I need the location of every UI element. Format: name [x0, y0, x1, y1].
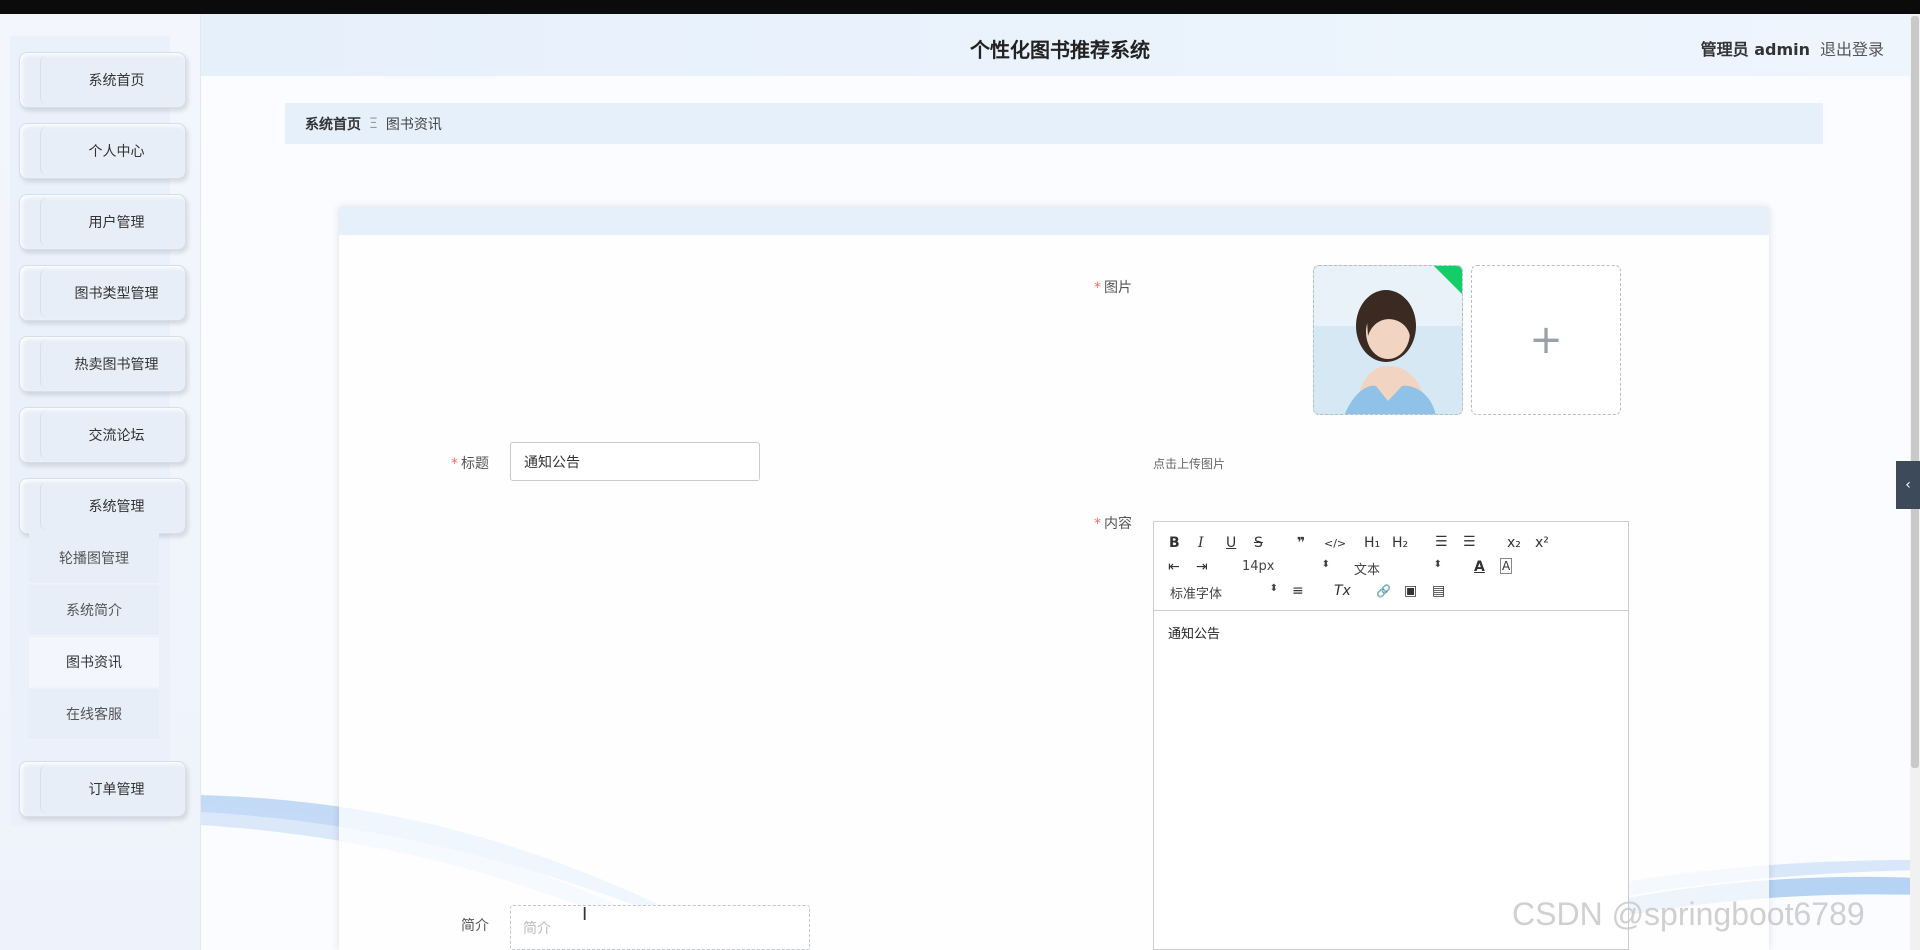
font-size-select[interactable]: 14px ⬍: [1242, 559, 1330, 574]
subscript-button[interactable]: x₂: [1507, 534, 1521, 552]
sidebar-item-orders[interactable]: 订单管理: [19, 761, 186, 817]
intro-label: 简介: [461, 918, 489, 934]
font-family-select[interactable]: 标准字体 ⬍: [1170, 583, 1278, 602]
sidebar-item-label: 个人中心: [88, 144, 145, 160]
watermark: CSDN @springboot6789: [1512, 896, 1865, 932]
uploaded-image[interactable]: [1313, 265, 1463, 415]
link-button[interactable]: 🔗: [1376, 582, 1391, 600]
plus-icon: +: [1529, 317, 1563, 363]
paragraph-select[interactable]: 文本 ⬍: [1354, 559, 1442, 578]
scrollbar-thumb[interactable]: [1911, 16, 1919, 768]
sidebar-item-label: 图书类型管理: [74, 286, 159, 302]
code-button[interactable]: </>: [1324, 535, 1346, 553]
sidebar-item-profile[interactable]: 个人中心: [19, 123, 186, 179]
required-mark: *: [451, 456, 458, 472]
title-input[interactable]: 通知公告: [510, 442, 760, 481]
rich-text-editor: B I U S ❞ </> H₁ H₂ ☰ ☰ x₂ x² ⇤ ⇥ 14px ⬍ …: [1153, 521, 1629, 950]
sidebar-item-label: 交流论坛: [88, 428, 145, 444]
italic-button[interactable]: I: [1198, 534, 1204, 552]
image-label-text: 图片: [1104, 280, 1132, 296]
quote-button[interactable]: ❞: [1297, 534, 1305, 552]
select-arrow-icon: ⬍: [1321, 559, 1330, 570]
intro-textarea[interactable]: 简介: [510, 905, 810, 950]
header: 个性化图书推荐系统 管理员 admin 退出登录: [200, 14, 1920, 76]
breadcrumb-current: 图书资讯: [385, 116, 442, 133]
text-cursor-icon: I: [582, 904, 588, 925]
font-size-value: 14px: [1242, 559, 1275, 574]
underline-button[interactable]: U: [1226, 534, 1236, 552]
content-label-text: 内容: [1104, 516, 1132, 532]
editor-content[interactable]: 通知公告: [1168, 623, 1220, 642]
upload-success-mark: [1434, 266, 1462, 294]
image-button[interactable]: ▣: [1404, 582, 1417, 600]
sidebar-item-label: 热卖图书管理: [74, 357, 159, 373]
superscript-button[interactable]: x²: [1535, 534, 1549, 552]
subitem-intro[interactable]: 系统简介: [29, 585, 159, 636]
select-arrow-icon: ⬍: [1433, 559, 1442, 570]
background-color-button[interactable]: A: [1500, 558, 1513, 574]
breadcrumb-separator: Ξ: [369, 115, 378, 132]
upload-hint: 点击上传图片: [1153, 457, 1226, 471]
video-button[interactable]: ▤: [1432, 582, 1445, 600]
required-mark: *: [1094, 516, 1101, 532]
editor-toolbar: B I U S ❞ </> H₁ H₂ ☰ ☰ x₂ x² ⇤ ⇥ 14px ⬍ …: [1154, 522, 1628, 611]
upload-image-button[interactable]: +: [1471, 265, 1621, 415]
paragraph-value: 文本: [1354, 563, 1381, 578]
card-header: [339, 207, 1769, 235]
title-label: * 标题: [451, 453, 489, 473]
breadcrumb-home[interactable]: 系统首页: [305, 114, 361, 134]
sidebar-item-label: 系统首页: [88, 73, 145, 89]
ordered-list-button[interactable]: ☰: [1435, 533, 1448, 551]
h2-button[interactable]: H₂: [1392, 534, 1408, 552]
sidebar-item-label: 用户管理: [88, 215, 145, 231]
subitem-news[interactable]: 图书资讯: [29, 637, 159, 688]
sidebar-item-label: 系统管理: [88, 499, 145, 515]
content-label: * 内容: [1094, 513, 1132, 533]
bold-button[interactable]: B: [1169, 534, 1180, 552]
h1-button[interactable]: H₁: [1364, 534, 1380, 552]
font-family-value: 标准字体: [1170, 587, 1223, 602]
outdent-button[interactable]: ⇤: [1168, 558, 1180, 576]
select-arrow-icon: ⬍: [1269, 583, 1278, 594]
indent-button[interactable]: ⇥: [1196, 558, 1208, 576]
strike-button[interactable]: S: [1254, 534, 1263, 552]
clear-format-button[interactable]: Tx: [1334, 582, 1351, 600]
image-label: * 图片: [1094, 277, 1132, 297]
user-info: 管理员 admin: [1700, 40, 1810, 59]
chevron-left-icon[interactable]: ‹: [1896, 461, 1920, 509]
breadcrumb: 系统首页 Ξ 图书资讯: [285, 103, 1823, 144]
font-color-button[interactable]: A: [1474, 558, 1485, 576]
sidebar-item-label: 订单管理: [88, 782, 145, 798]
sidebar-item-users[interactable]: 用户管理: [19, 194, 186, 250]
sidebar-item-home[interactable]: 系统首页: [19, 52, 186, 108]
site-title: 个性化图书推荐系统: [970, 38, 1150, 62]
logout-link[interactable]: 退出登录: [1820, 36, 1884, 60]
subitem-support[interactable]: 在线客服: [29, 689, 159, 740]
required-mark: *: [1094, 280, 1101, 296]
sidebar-item-forum[interactable]: 交流论坛: [19, 407, 186, 463]
subitem-carousel[interactable]: 轮播图管理: [29, 533, 159, 584]
bullet-list-button[interactable]: ☰: [1463, 533, 1476, 551]
sidebar-item-system[interactable]: 系统管理: [19, 478, 186, 534]
sidebar-item-book-types[interactable]: 图书类型管理: [19, 265, 186, 321]
align-button[interactable]: ≡: [1292, 582, 1304, 600]
sidebar-item-hot-books[interactable]: 热卖图书管理: [19, 336, 186, 392]
title-label-text: 标题: [461, 456, 489, 472]
